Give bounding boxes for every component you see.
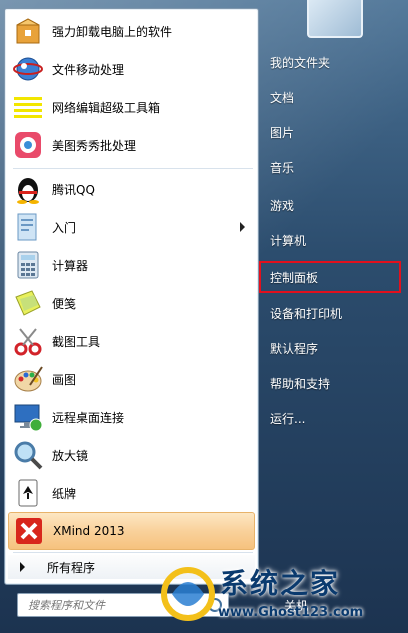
program-item-uninstaller[interactable]: 强力卸载电脑上的软件: [8, 13, 255, 49]
link-devices-printers[interactable]: 设备和打印机: [262, 298, 408, 328]
submenu-arrow-icon: [240, 222, 245, 232]
program-item-qq[interactable]: 腾讯QQ: [8, 171, 255, 207]
link-default-programs[interactable]: 默认程序: [262, 333, 408, 363]
program-item-file-mover[interactable]: 文件移动处理: [8, 51, 255, 87]
program-label: 文件移动处理: [52, 62, 125, 77]
magnifier-icon: [12, 439, 44, 471]
remote-desktop-icon: [12, 401, 44, 433]
program-label: 入门: [52, 220, 77, 235]
program-label: 计算器: [52, 258, 89, 273]
separator: [13, 552, 253, 553]
getting-started-icon: [12, 211, 44, 243]
program-label: 网络编辑超级工具箱: [52, 100, 161, 115]
watermark-logo: 系统之家 www.Ghost123.com: [158, 560, 408, 633]
expand-triangle-icon: [20, 562, 25, 572]
link-my-folder[interactable]: 我的文件夹: [262, 47, 408, 77]
program-item-magnifier[interactable]: 放大镜: [8, 437, 255, 473]
program-item-meitu-batch[interactable]: 美图秀秀批处理: [8, 127, 255, 163]
program-item-paint[interactable]: 画图: [8, 361, 255, 397]
program-item-network-editor[interactable]: 网络编辑超级工具箱: [8, 89, 255, 125]
watermark-swirl-icon: [161, 567, 215, 621]
program-item-calculator[interactable]: 计算器: [8, 247, 255, 283]
separator: [13, 168, 253, 169]
link-games[interactable]: 游戏: [262, 190, 408, 220]
watermark-site: www.Ghost123.com: [218, 605, 364, 620]
file-mover-icon: [12, 53, 44, 85]
uninstaller-box-icon: [12, 15, 44, 47]
link-computer[interactable]: 计算机: [262, 225, 408, 255]
program-label: 强力卸载电脑上的软件: [52, 24, 173, 39]
program-item-sticky-notes[interactable]: 便笺: [8, 285, 255, 321]
snipping-tool-icon: [12, 325, 44, 357]
network-editor-icon: [12, 91, 44, 123]
link-run[interactable]: 运行...: [262, 403, 408, 433]
meitu-batch-icon: [12, 129, 44, 161]
watermark-brand: 系统之家: [220, 567, 341, 600]
program-item-solitaire[interactable]: 纸牌: [8, 475, 255, 511]
program-label: 腾讯QQ: [52, 182, 95, 197]
program-item-xmind[interactable]: XMind 2013: [8, 512, 255, 550]
program-label: 画图: [52, 372, 77, 387]
link-pictures[interactable]: 图片: [262, 117, 408, 147]
sticky-notes-icon: [12, 287, 44, 319]
program-item-remote-desktop[interactable]: 远程桌面连接: [8, 399, 255, 435]
programs-panel: 强力卸载电脑上的软件 文件移动处理 网络编辑超级工具箱 美图秀秀批处理 腾讯QQ…: [4, 8, 259, 585]
xmind-icon: [13, 515, 45, 547]
program-label: XMind 2013: [53, 524, 125, 538]
link-control-panel[interactable]: 控制面板: [259, 261, 401, 293]
all-programs-label: 所有程序: [47, 560, 96, 575]
solitaire-card-icon: [12, 477, 44, 509]
paint-palette-icon: [12, 363, 44, 395]
program-label: 便笺: [52, 296, 77, 311]
link-music[interactable]: 音乐: [262, 152, 408, 182]
calculator-icon: [12, 249, 44, 281]
user-avatar[interactable]: [307, 0, 363, 38]
program-item-getting-started[interactable]: 入门: [8, 209, 255, 245]
link-documents[interactable]: 文档: [262, 82, 408, 112]
qq-penguin-icon: [12, 173, 44, 205]
program-label: 美图秀秀批处理: [52, 138, 137, 153]
program-label: 放大镜: [52, 448, 89, 463]
link-help-support[interactable]: 帮助和支持: [262, 368, 408, 398]
program-label: 纸牌: [52, 486, 77, 501]
program-label: 截图工具: [52, 334, 101, 349]
program-item-snipping-tool[interactable]: 截图工具: [8, 323, 255, 359]
program-label: 远程桌面连接: [52, 410, 125, 425]
